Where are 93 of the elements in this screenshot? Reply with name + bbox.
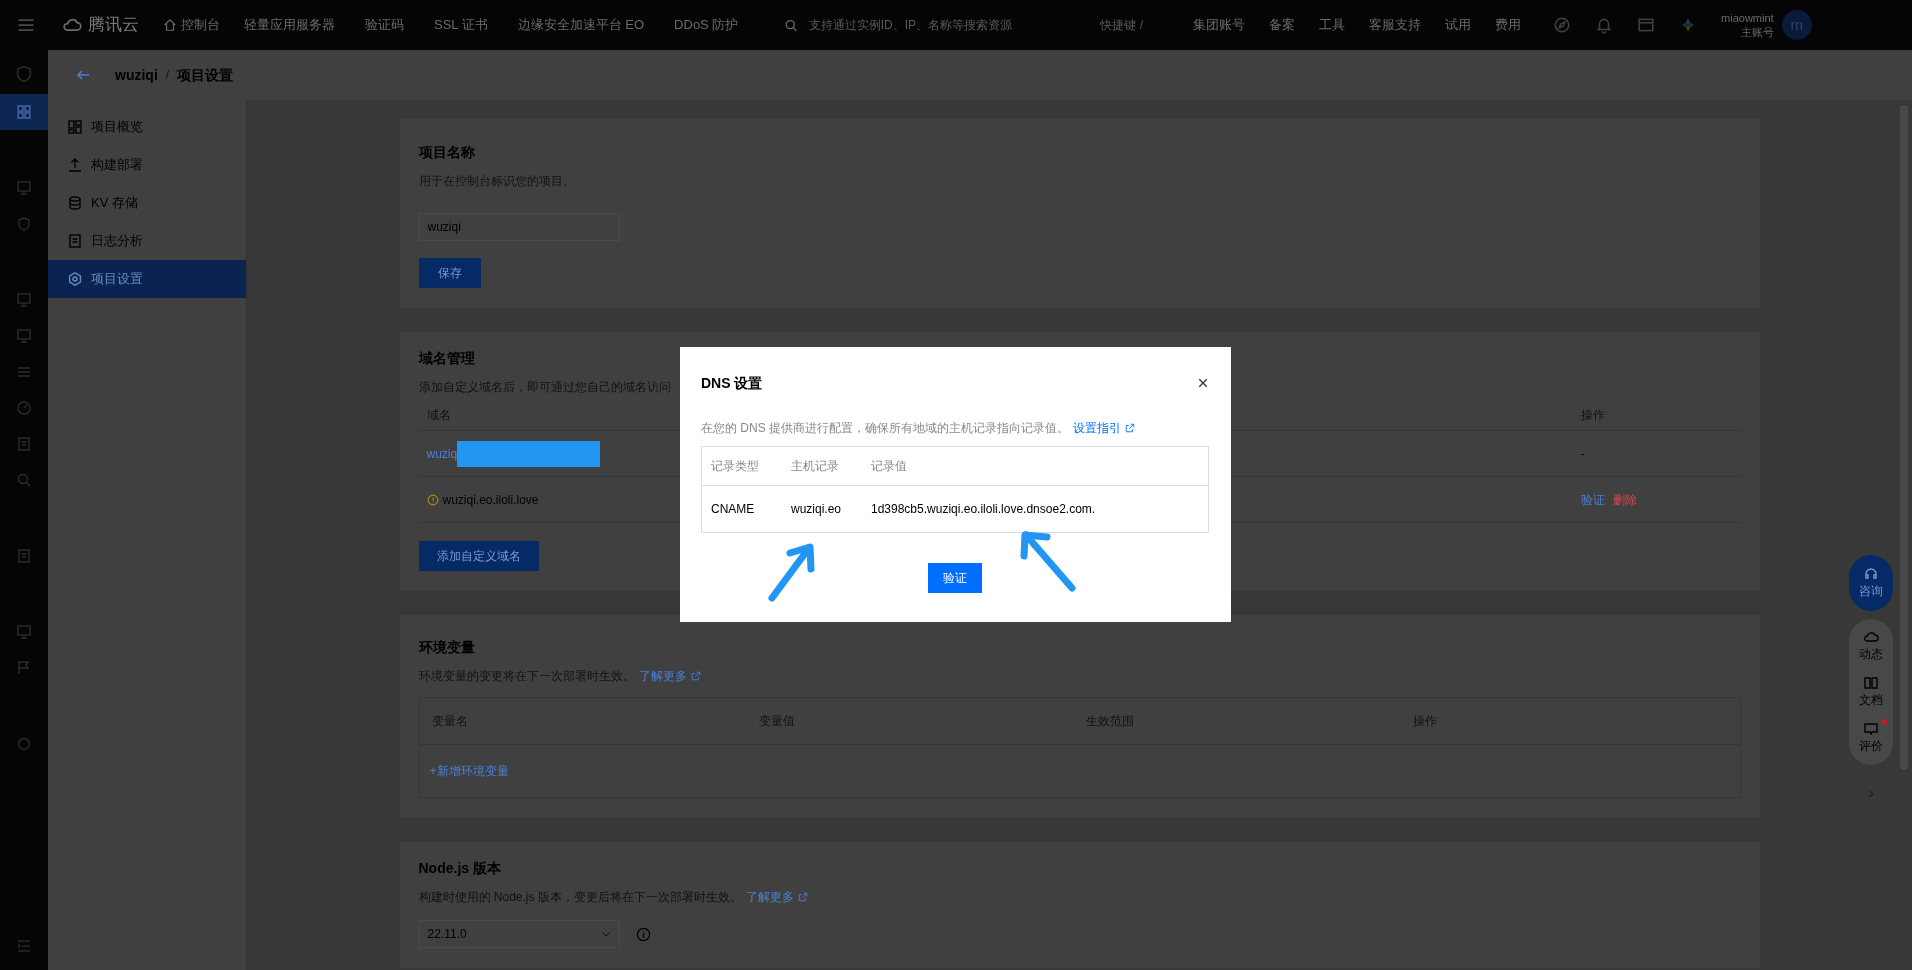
add-variable-link[interactable]: +新增环境变量 — [429, 762, 509, 780]
action-link[interactable]: 验证 — [1580, 490, 1605, 509]
search-icon — [784, 17, 799, 33]
column-header: 记录类型 — [711, 458, 760, 475]
rail-nav-item[interactable] — [0, 94, 48, 130]
book-icon — [1863, 675, 1879, 691]
brand-logo[interactable]: 腾讯云 — [60, 12, 139, 38]
column-header: 主机记录 — [791, 458, 840, 475]
settings-icon — [67, 271, 83, 287]
database-icon — [67, 195, 83, 211]
headset-icon — [1863, 566, 1879, 582]
save-button[interactable]: 保存 — [418, 258, 481, 288]
close-icon — [1197, 377, 1209, 389]
comment-icon — [1863, 721, 1879, 737]
product-nav-link[interactable]: 边缘安全加速平台 EO — [517, 15, 645, 35]
flag-icon — [16, 660, 32, 676]
sidebar-item[interactable]: 构建部署 — [48, 146, 246, 184]
section-title: 项目名称 — [418, 143, 476, 162]
table-cell-text: CNAME — [711, 501, 756, 518]
cloud-icon — [1863, 629, 1879, 645]
top-nav-link[interactable]: 备案 — [1269, 15, 1296, 35]
version-select[interactable]: 22.11.0 — [418, 920, 620, 948]
upload-icon — [67, 157, 83, 173]
product-nav-link[interactable]: DDoS 防护 — [674, 15, 739, 35]
gauge-icon — [16, 400, 32, 416]
empty-value: - — [1580, 445, 1585, 463]
list-icon — [16, 364, 32, 380]
external-link-icon — [797, 892, 808, 902]
search-icon — [16, 472, 32, 488]
top-nav-link[interactable]: 集团账号 — [1193, 15, 1246, 35]
product-nav-link[interactable]: 轻量应用服务器 — [244, 15, 335, 35]
document-icon — [67, 233, 83, 249]
dialog-description: 在您的 DNS 提供商进行配置，确保所有地域的主机记录指向记录值。 — [701, 420, 1069, 437]
info-icon — [635, 926, 651, 942]
layout-icon — [67, 119, 83, 135]
table-cell-text: 1d398cb5.wuziqi.eo.iloli.love.dnsoe2.com. — [871, 501, 1097, 518]
section-title: 环境变量 — [418, 638, 476, 657]
learn-more-link[interactable]: 了解更多 — [745, 888, 808, 906]
breadcrumb-separator: / — [165, 67, 170, 84]
sidebar-item[interactable]: KV 存储 — [48, 184, 246, 222]
document-icon — [16, 548, 32, 564]
learn-more-link[interactable]: 了解更多 — [638, 667, 701, 685]
monitor-icon — [16, 180, 32, 196]
pointer-arrow — [768, 543, 815, 602]
home-icon — [163, 18, 177, 32]
external-link-icon — [690, 671, 701, 681]
search-field[interactable]: 支持通过实例ID、IP、名称等搜索资源 — [784, 15, 1085, 35]
top-nav-link[interactable]: 试用 — [1445, 15, 1472, 35]
breadcrumb-link[interactable]: wuziqi — [115, 64, 158, 86]
float-panel-item[interactable]: 动态 — [1859, 623, 1883, 669]
document-icon — [16, 436, 32, 452]
shield-icon — [16, 216, 32, 232]
bell-icon — [1595, 16, 1614, 34]
circle-icon — [16, 736, 32, 752]
shield-icon — [14, 64, 34, 84]
float-panel-item[interactable]: 文档 — [1859, 669, 1883, 715]
sidebar-item[interactable]: 项目设置 — [48, 260, 246, 298]
breadcrumb-current: 项目设置 — [177, 65, 234, 85]
product-nav-link[interactable]: 验证码 — [365, 15, 404, 35]
card-icon — [1637, 16, 1656, 34]
compass-icon — [1553, 16, 1572, 34]
section-title: 域名管理 — [418, 349, 476, 368]
console-link[interactable]: 控制台 — [163, 15, 220, 35]
domain-link[interactable]: wuziq — [426, 444, 458, 463]
external-link-icon — [1125, 423, 1135, 433]
dialog-title: DNS 设置 — [701, 374, 763, 393]
section-title: Node.js 版本 — [418, 859, 502, 878]
top-nav-link[interactable]: 工具 — [1319, 15, 1346, 35]
pointer-arrow — [1020, 531, 1076, 592]
user-name: miaowmint — [1721, 11, 1774, 25]
account-role: 主账号 — [1740, 25, 1774, 39]
top-nav-link[interactable]: 客服支持 — [1369, 15, 1422, 35]
float-panel-item[interactable]: 评价 — [1859, 715, 1883, 761]
guide-link[interactable]: 设置指引 — [1073, 419, 1135, 437]
collapse-icon — [16, 937, 32, 954]
sidebar-item[interactable]: 日志分析 — [48, 222, 246, 260]
chevron-down-icon — [600, 929, 611, 939]
product-nav-link[interactable]: SSL 证书 — [434, 15, 488, 35]
top-nav-link[interactable]: 费用 — [1495, 15, 1522, 35]
verify-button[interactable]: 验证 — [928, 563, 982, 593]
column-header: 记录值 — [871, 458, 908, 475]
add-domain-button[interactable]: 添加自定义域名 — [418, 541, 539, 571]
project-name-input[interactable]: wuziqi — [418, 213, 620, 241]
table-cell-text: wuziqi.eo — [791, 501, 843, 518]
consult-button[interactable]: 咨询 — [1849, 555, 1893, 611]
monitor-icon — [16, 624, 32, 640]
monitor-icon — [16, 292, 32, 308]
grid-icon — [16, 104, 32, 120]
monitor-icon — [16, 328, 32, 344]
sidebar-item[interactable]: 项目概览 — [48, 108, 246, 146]
action-link[interactable]: 删除 — [1612, 490, 1637, 509]
domain-name: wuziqi.eo.iloli.love — [442, 491, 539, 509]
shortcut-hint: 快捷键 / — [1100, 17, 1144, 34]
